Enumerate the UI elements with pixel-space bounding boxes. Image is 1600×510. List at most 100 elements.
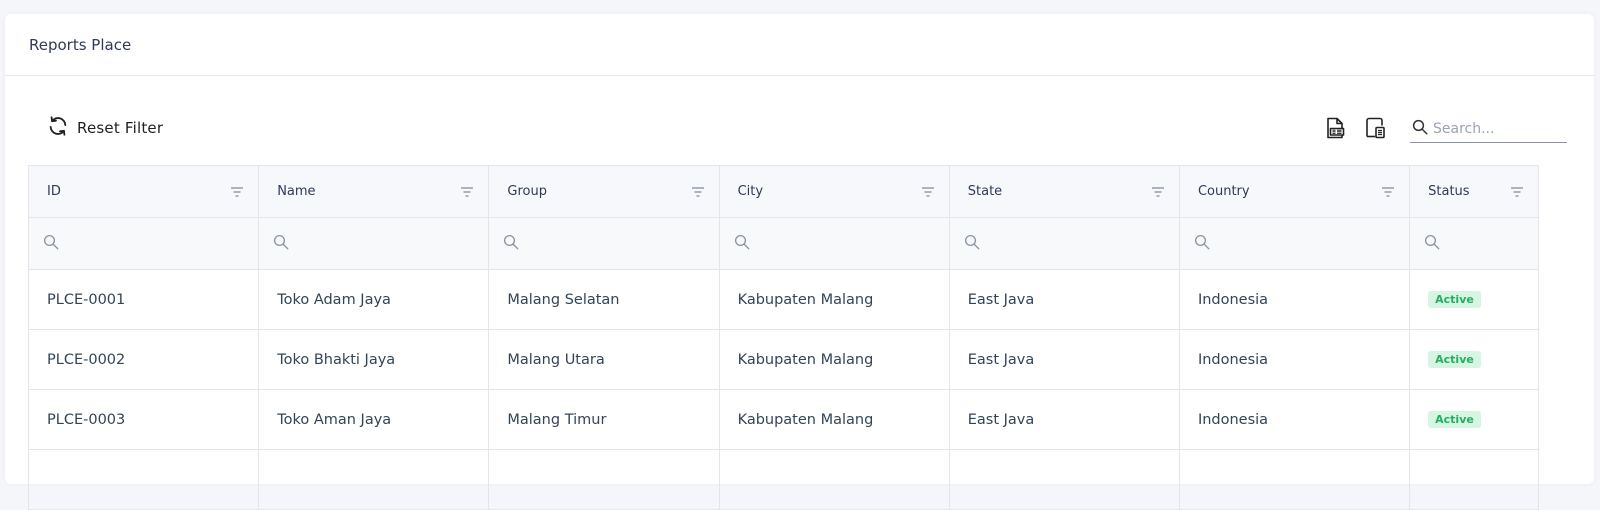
- cell-group: Malang Utara: [489, 330, 720, 389]
- search-icon: [963, 233, 981, 255]
- cell-name: Toko Bhakti Jaya: [259, 330, 490, 389]
- filter-icon[interactable]: [691, 185, 705, 199]
- filter-row: [29, 218, 1538, 270]
- filter-icon[interactable]: [921, 185, 935, 199]
- status-badge: Active: [1428, 291, 1481, 308]
- file-export-icon[interactable]: [1322, 115, 1348, 141]
- cell-state: East Java: [950, 390, 1180, 449]
- column-label: ID: [47, 184, 61, 199]
- search-icon: [1193, 233, 1211, 255]
- column-label: Status: [1428, 184, 1470, 199]
- reset-filter-label: Reset Filter: [77, 119, 164, 137]
- cell-text: PLCE-0001: [47, 291, 126, 308]
- reports-card: Reports Place Reset Filter Search... ID …: [5, 14, 1594, 510]
- cell-text: Indonesia: [1197, 291, 1269, 308]
- toolbar: Reset Filter: [29, 109, 1570, 149]
- filter-input-status[interactable]: [1410, 218, 1538, 269]
- column-header-id[interactable]: ID: [29, 166, 260, 217]
- cell-state: [950, 450, 1180, 509]
- table-row[interactable]: [29, 450, 1538, 510]
- cell-text: Malang Selatan: [507, 291, 620, 308]
- column-label: State: [967, 184, 1003, 199]
- cell-text: East Java: [967, 411, 1035, 428]
- cell-text: PLCE-0003: [47, 411, 126, 428]
- card-header: Reports Place: [5, 14, 1594, 76]
- cell-text: Indonesia: [1197, 411, 1269, 428]
- global-search[interactable]: [1410, 115, 1567, 143]
- search-input[interactable]: [1433, 120, 1563, 137]
- column-label: Group: [507, 184, 547, 199]
- filter-input-city[interactable]: [720, 218, 950, 269]
- column-label: City: [737, 184, 764, 199]
- filter-icon[interactable]: [460, 185, 474, 199]
- cell-text: Kabupaten Malang: [737, 351, 874, 368]
- filter-input-id[interactable]: [29, 218, 260, 269]
- cell-city: Kabupaten Malang: [720, 270, 950, 329]
- filter-icon[interactable]: [230, 185, 244, 199]
- cell-state: East Java: [950, 330, 1180, 389]
- column-label: Name: [277, 184, 316, 199]
- cell-text: Toko Bhakti Jaya: [277, 351, 396, 368]
- cell-group: Malang Selatan: [489, 270, 720, 329]
- cell-text: East Java: [967, 291, 1035, 308]
- cell-name: Toko Adam Jaya: [259, 270, 490, 329]
- status-badge: Active: [1428, 411, 1481, 428]
- cell-text: Kabupaten Malang: [737, 291, 874, 308]
- data-grid: ID Name Group City State Country Status …: [28, 165, 1539, 510]
- refresh-icon: [47, 115, 69, 141]
- cell-text: Indonesia: [1197, 351, 1269, 368]
- column-header-status[interactable]: Status: [1410, 166, 1538, 217]
- column-header-country[interactable]: Country: [1180, 166, 1411, 217]
- document-export-icon[interactable]: [1362, 115, 1388, 141]
- filter-icon[interactable]: [1510, 185, 1524, 199]
- cell-id: [29, 450, 260, 509]
- reset-filter-button[interactable]: Reset Filter: [47, 113, 163, 143]
- status-badge: Active: [1428, 351, 1481, 368]
- column-header-city[interactable]: City: [720, 166, 950, 217]
- table-row[interactable]: PLCE-0002 Toko Bhakti Jaya Malang Utara …: [29, 330, 1538, 390]
- cell-country: Indonesia: [1180, 390, 1411, 449]
- cell-text: Toko Adam Jaya: [277, 291, 391, 308]
- cell-group: [489, 450, 720, 509]
- cell-status: [1410, 450, 1538, 509]
- cell-id: PLCE-0001: [29, 270, 260, 329]
- search-icon: [502, 233, 520, 255]
- cell-name: [259, 450, 490, 509]
- cell-city: Kabupaten Malang: [720, 390, 950, 449]
- header-row: ID Name Group City State Country Status: [29, 166, 1538, 218]
- cell-id: PLCE-0003: [29, 390, 260, 449]
- filter-icon[interactable]: [1381, 185, 1395, 199]
- filter-input-name[interactable]: [259, 218, 490, 269]
- filter-input-group[interactable]: [489, 218, 720, 269]
- cell-status: Active: [1410, 390, 1538, 449]
- cell-city: [720, 450, 950, 509]
- column-header-group[interactable]: Group: [489, 166, 720, 217]
- search-icon: [42, 233, 60, 255]
- cell-group: Malang Timur: [489, 390, 720, 449]
- cell-text: Malang Timur: [507, 411, 607, 428]
- cell-status: Active: [1410, 270, 1538, 329]
- column-header-state[interactable]: State: [950, 166, 1180, 217]
- cell-country: Indonesia: [1180, 330, 1411, 389]
- column-header-name[interactable]: Name: [259, 166, 490, 217]
- table-row[interactable]: PLCE-0003 Toko Aman Jaya Malang Timur Ka…: [29, 390, 1538, 450]
- search-icon: [1423, 233, 1441, 255]
- cell-state: East Java: [950, 270, 1180, 329]
- page-title: Reports Place: [29, 35, 132, 54]
- column-label: Country: [1197, 184, 1250, 199]
- cell-text: PLCE-0002: [47, 351, 126, 368]
- table-row[interactable]: PLCE-0001 Toko Adam Jaya Malang Selatan …: [29, 270, 1538, 330]
- cell-id: PLCE-0002: [29, 330, 260, 389]
- cell-country: Indonesia: [1180, 270, 1411, 329]
- filter-input-state[interactable]: [950, 218, 1180, 269]
- filter-icon[interactable]: [1151, 185, 1165, 199]
- filter-input-country[interactable]: [1180, 218, 1411, 269]
- search-icon: [272, 233, 290, 255]
- cell-status: Active: [1410, 330, 1538, 389]
- search-icon: [733, 233, 751, 255]
- cell-country: [1180, 450, 1411, 509]
- cell-name: Toko Aman Jaya: [259, 390, 490, 449]
- cell-text: Kabupaten Malang: [737, 411, 874, 428]
- cell-text: East Java: [967, 351, 1035, 368]
- cell-city: Kabupaten Malang: [720, 330, 950, 389]
